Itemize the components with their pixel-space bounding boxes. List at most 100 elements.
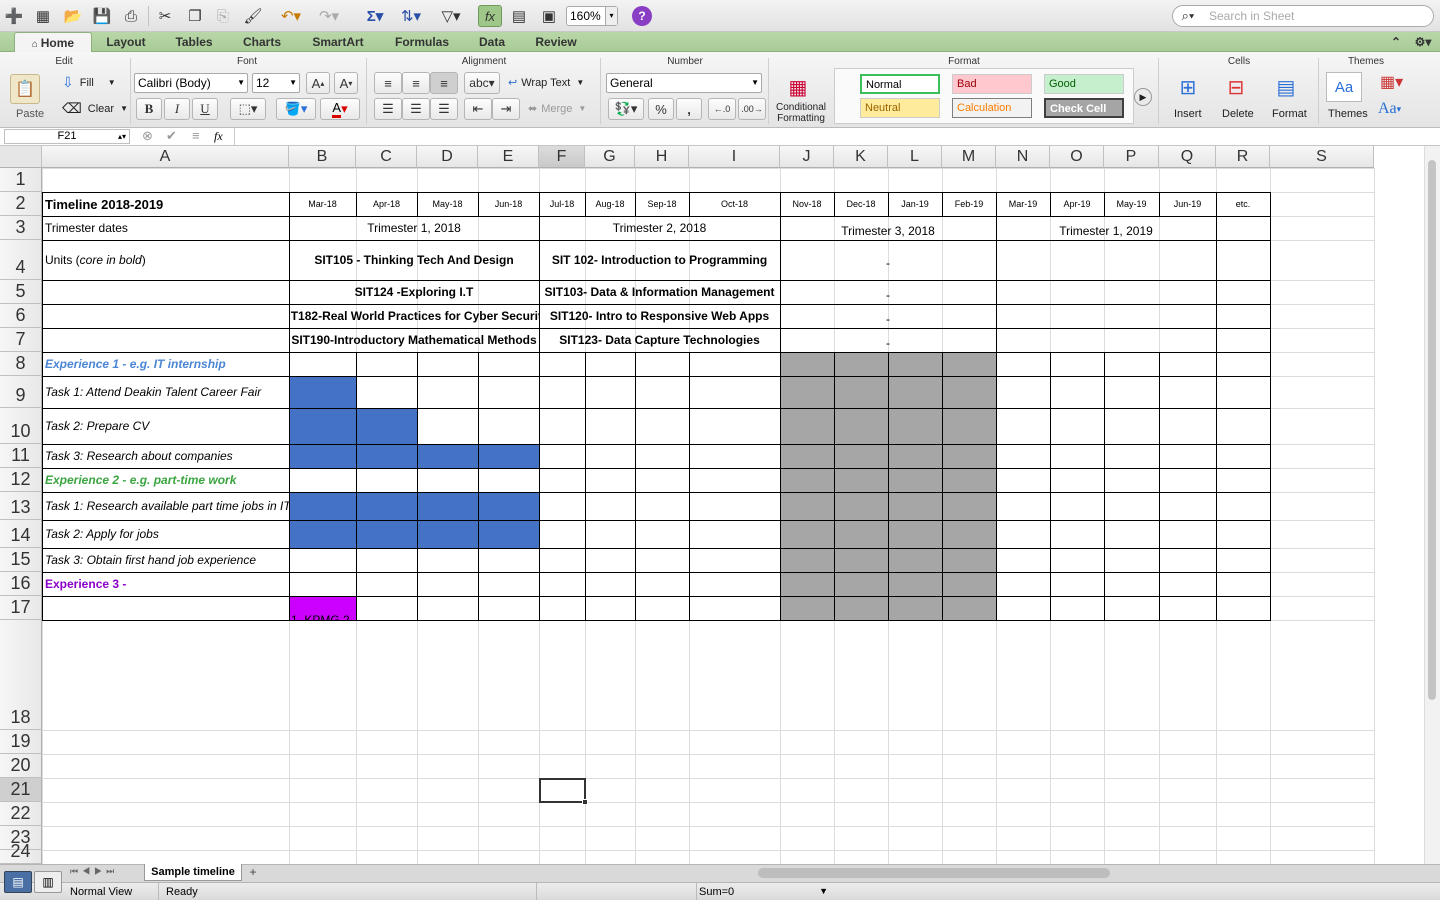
increase-indent-icon[interactable]: ⇥ <box>492 98 520 120</box>
month-header-cell[interactable]: Jun-18 <box>478 192 539 216</box>
column-header-D[interactable]: D <box>417 146 478 168</box>
ribbon-settings-icon[interactable]: ⚙▾ <box>1410 32 1436 52</box>
unit-cell[interactable]: - <box>780 304 996 328</box>
trimester-cell[interactable]: Trimester 2, 2018 <box>539 216 780 240</box>
templates-icon[interactable]: ▦ <box>32 5 54 27</box>
autosum-icon[interactable]: Σ▾ <box>360 5 390 27</box>
row-header-18[interactable]: 18 <box>0 620 42 730</box>
month-header-cell[interactable]: Jul-18 <box>539 192 585 216</box>
column-header-Q[interactable]: Q <box>1159 146 1216 168</box>
gallery-next-icon[interactable]: ▶ <box>1134 88 1152 106</box>
unit-cell[interactable]: SIT120- Intro to Responsive Web Apps <box>539 304 780 328</box>
gallery-icon[interactable]: ▤ <box>508 5 530 27</box>
row-header-7[interactable]: 7 <box>0 328 42 352</box>
row-header-1[interactable]: 1 <box>0 168 42 192</box>
theme-fonts-button[interactable]: Aa ▾ <box>1378 100 1401 118</box>
month-header-cell[interactable]: May-18 <box>417 192 478 216</box>
decrease-font-icon[interactable]: A ▾ <box>334 72 358 94</box>
column-header-S[interactable]: S <box>1270 146 1374 168</box>
experience-header-cell[interactable]: Experience 2 - e.g. part-time work <box>42 468 289 492</box>
unit-cell[interactable]: SIT182-Real World Practices for Cyber Se… <box>289 304 539 328</box>
format-painter-icon[interactable]: 🖌 <box>242 5 264 27</box>
row-header-20[interactable]: 20 <box>0 754 42 778</box>
row-header-21[interactable]: 21 <box>0 778 42 802</box>
name-box[interactable]: F21 ▴▾ <box>4 129 130 144</box>
unit-cell[interactable]: SIT124 -Exploring I.T <box>289 280 539 304</box>
merge-button[interactable]: ⬌ Merge ▼ <box>528 102 586 116</box>
sort-icon[interactable]: ⇅▾ <box>396 5 426 27</box>
select-all-corner[interactable] <box>0 146 42 168</box>
theme-colors-icon[interactable]: ▦▾ <box>1380 72 1403 92</box>
trimester-cell[interactable]: Trimester 1, 2018 <box>289 216 539 240</box>
align-top-icon[interactable]: ≡ <box>374 72 402 94</box>
column-header-R[interactable]: R <box>1216 146 1270 168</box>
vertical-scrollbar-thumb[interactable] <box>1428 160 1436 700</box>
decrease-indent-icon[interactable]: ⇤ <box>464 98 492 120</box>
column-header-G[interactable]: G <box>585 146 635 168</box>
month-header-cell[interactable]: May-19 <box>1104 192 1159 216</box>
accounting-icon[interactable]: 💱▾ <box>608 98 644 120</box>
insert-button[interactable]: Insert <box>1174 108 1202 120</box>
column-header-K[interactable]: K <box>834 146 888 168</box>
align-center-icon[interactable]: ☰ <box>402 98 430 120</box>
percent-button[interactable]: % <box>648 98 674 120</box>
row-header-12[interactable]: 12 <box>0 468 42 492</box>
column-header-M[interactable]: M <box>942 146 996 168</box>
sheet-title-cell[interactable]: Timeline 2018-2019 <box>42 192 289 216</box>
trimester-label-cell[interactable]: Trimester dates <box>42 216 289 240</box>
row-header-5[interactable]: 5 <box>0 280 42 304</box>
column-header-C[interactable]: C <box>356 146 417 168</box>
fill-handle[interactable] <box>582 799 588 805</box>
trimester-cell[interactable]: Trimester 3, 2018 <box>780 216 996 240</box>
row-header-14[interactable]: 14 <box>0 520 42 548</box>
task-cell[interactable]: Task: Attend campus Experience and Emplo… <box>42 596 289 629</box>
task-cell[interactable]: Task 3: Obtain first hand job experience <box>42 548 289 572</box>
column-header-O[interactable]: O <box>1050 146 1104 168</box>
page-layout-icon[interactable]: ▥ <box>34 871 62 893</box>
help-icon[interactable]: ? <box>632 6 652 26</box>
experience-header-cell[interactable]: Experience 3 - <box>42 572 289 596</box>
decrease-decimal-icon[interactable]: .00→ <box>738 98 766 120</box>
month-header-cell[interactable]: Feb-19 <box>942 192 996 216</box>
fill-color-icon[interactable]: 🪣▾ <box>276 98 316 120</box>
row-header-8[interactable]: 8 <box>0 352 42 376</box>
underline-icon[interactable]: U <box>192 98 218 120</box>
row-header-9[interactable]: 9 <box>0 376 42 408</box>
number-format-select[interactable]: General ▼ <box>606 73 762 93</box>
task-cell[interactable]: Task 1: Attend Deakin Talent Career Fair <box>42 376 289 408</box>
column-header-E[interactable]: E <box>478 146 539 168</box>
tab-review[interactable]: Review <box>528 32 584 52</box>
column-header-B[interactable]: B <box>289 146 356 168</box>
unit-cell[interactable]: SIT 102- Introduction to Programming <box>539 240 780 280</box>
experience-header-cell[interactable]: Experience 1 - e.g. IT internship <box>42 352 289 376</box>
insert-cells-icon[interactable]: ⊞ <box>1170 72 1206 102</box>
conditional-formatting-icon[interactable]: ▦ <box>780 72 816 102</box>
tab-formulas[interactable]: Formulas <box>388 32 456 52</box>
new-workbook-icon[interactable]: ➕ <box>4 5 24 27</box>
row-header-3[interactable]: 3 <box>0 216 42 240</box>
save-icon[interactable]: 💾 <box>92 5 112 27</box>
row-header-13[interactable]: 13 <box>0 492 42 520</box>
redo-icon[interactable]: ↷▾ <box>314 5 344 27</box>
row-header-16[interactable]: 16 <box>0 572 42 596</box>
row-header-6[interactable]: 6 <box>0 304 42 328</box>
month-header-cell[interactable]: Sep-18 <box>635 192 689 216</box>
increase-font-icon[interactable]: A ▴ <box>306 72 330 94</box>
zoom-select[interactable]: 160% ▾ <box>566 6 618 26</box>
conditional-formatting-button[interactable]: Conditional Formatting <box>772 102 830 124</box>
row-header-10[interactable]: 10 <box>0 408 42 444</box>
month-header-cell[interactable]: Apr-19 <box>1050 192 1104 216</box>
comma-button[interactable]: , <box>676 98 702 120</box>
themes-icon[interactable]: Aa <box>1326 72 1362 102</box>
sheet-nav-icon[interactable]: ⏮◀▶⏭ <box>70 866 118 877</box>
column-header-I[interactable]: I <box>689 146 780 168</box>
tab-home[interactable]: ⌂ Home <box>14 32 92 53</box>
horizontal-scrollbar[interactable] <box>758 868 1110 878</box>
task-cell[interactable]: Task 3: Research about companies <box>42 444 289 468</box>
italic-icon[interactable]: I <box>164 98 190 120</box>
wrap-text-button[interactable]: ↩ Wrap Text ▼ <box>508 76 584 90</box>
borders-icon[interactable]: ⬚▾ <box>230 98 266 120</box>
delete-cells-icon[interactable]: ⊟ <box>1218 72 1254 102</box>
unit-cell[interactable]: - <box>780 280 996 304</box>
collapse-ribbon-icon[interactable]: ⌃ <box>1388 32 1404 52</box>
